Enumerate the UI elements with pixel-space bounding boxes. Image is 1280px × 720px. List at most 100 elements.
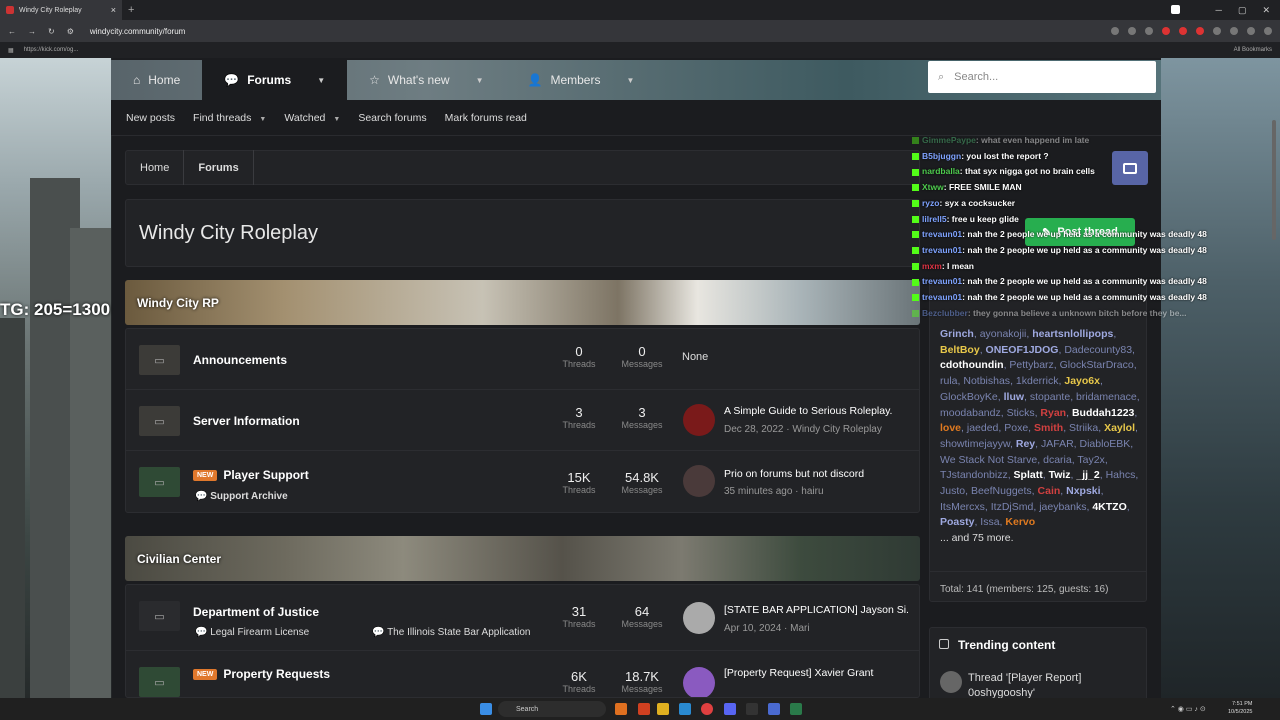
search-input[interactable]: ⌕ Search... bbox=[928, 61, 1156, 93]
forum-title[interactable]: Server Information bbox=[193, 414, 300, 428]
online-user-link[interactable]: Ryan bbox=[1040, 407, 1066, 419]
online-user-link[interactable]: 1kderrick bbox=[1016, 375, 1059, 387]
folder-icon[interactable] bbox=[657, 703, 669, 715]
subforum-link[interactable]: 💬 Legal Firearm License bbox=[195, 627, 309, 638]
breadcrumb-home[interactable]: Home bbox=[126, 150, 185, 185]
forum-title[interactable]: Department of Justice bbox=[193, 605, 319, 619]
online-user-link[interactable]: Kervo bbox=[1005, 516, 1035, 528]
bookmark-item[interactable]: https://kick.com/og... bbox=[24, 47, 79, 53]
last-post-title[interactable]: Prio on forums but not discord bbox=[724, 468, 909, 480]
apps-icon[interactable]: ▦ bbox=[8, 47, 14, 54]
app-icon[interactable] bbox=[615, 703, 627, 715]
subforum-link[interactable]: 💬 Support Archive bbox=[195, 491, 288, 502]
close-window-icon[interactable]: ✕ bbox=[1262, 5, 1270, 16]
forum-row[interactable]: ▭ Announcements 0 Threads 0 Messages None bbox=[126, 329, 919, 390]
avatar[interactable] bbox=[683, 667, 715, 697]
forum-title[interactable]: NEW Player Support bbox=[193, 468, 309, 482]
online-user-link[interactable]: Hahcs bbox=[1106, 469, 1136, 481]
system-tray[interactable]: ⌃ ◉ ▭ ♪ ⊙ bbox=[1170, 705, 1206, 713]
chevron-down-icon[interactable]: ▼ bbox=[626, 76, 634, 85]
online-user-link[interactable]: JAFAR bbox=[1041, 438, 1074, 450]
subnav-search-forums[interactable]: Search forums bbox=[358, 112, 426, 124]
online-user-link[interactable]: ItzDjSmd bbox=[991, 501, 1034, 513]
chevron-down-icon[interactable]: ▼ bbox=[476, 76, 484, 85]
extension-icon[interactable] bbox=[1196, 27, 1204, 35]
chrome-icon[interactable] bbox=[701, 703, 713, 715]
chevron-down-icon[interactable]: ▼ bbox=[317, 76, 325, 85]
url-field[interactable]: windycity.community/forum bbox=[90, 27, 185, 36]
online-user-link[interactable]: Jayo6x bbox=[1064, 375, 1100, 387]
last-post-title[interactable]: [Property Request] Xavier Grant bbox=[724, 667, 909, 679]
discord-icon[interactable] bbox=[724, 703, 736, 715]
online-user-link[interactable]: TJstandonbizz bbox=[940, 469, 1008, 481]
scrollbar[interactable] bbox=[1272, 120, 1276, 240]
star-icon[interactable] bbox=[1145, 27, 1153, 35]
online-user-link[interactable]: Grinch bbox=[940, 328, 974, 340]
store-icon[interactable] bbox=[679, 703, 691, 715]
install-icon[interactable] bbox=[1111, 27, 1119, 35]
online-user-link[interactable]: DiabloEBK bbox=[1080, 438, 1131, 450]
taskbar-search[interactable]: Search bbox=[498, 701, 606, 717]
app-icon[interactable] bbox=[790, 703, 802, 715]
online-user-link[interactable]: lluw bbox=[1004, 391, 1024, 403]
nav-tab-home[interactable]: ⌂ Home bbox=[111, 60, 202, 100]
forum-title[interactable]: NEW Property Requests bbox=[193, 667, 330, 681]
online-user-link[interactable]: 4KTZO bbox=[1092, 501, 1126, 513]
last-post-title[interactable]: A Simple Guide to Serious Roleplay. bbox=[724, 405, 909, 417]
terminal-icon[interactable] bbox=[746, 703, 758, 715]
browser-tab[interactable]: Windy City Roleplay × bbox=[0, 0, 122, 20]
online-user-link[interactable]: Rey bbox=[1016, 438, 1035, 450]
online-user-link[interactable]: GlockStarDraco bbox=[1060, 359, 1134, 371]
app-icon[interactable] bbox=[768, 703, 780, 715]
zoom-icon[interactable] bbox=[1128, 27, 1136, 35]
avatar[interactable] bbox=[683, 602, 715, 634]
online-user-link[interactable]: jaeded bbox=[967, 422, 999, 434]
online-user-link[interactable]: Justo bbox=[940, 485, 965, 497]
avatar[interactable] bbox=[940, 671, 962, 693]
breadcrumb-forums[interactable]: Forums bbox=[184, 150, 254, 185]
online-user-link[interactable]: BeefNuggets bbox=[971, 485, 1032, 497]
menu-icon[interactable] bbox=[1264, 27, 1272, 35]
profile-icon[interactable] bbox=[1247, 27, 1255, 35]
online-user-link[interactable]: love bbox=[940, 422, 961, 434]
extension-icon[interactable] bbox=[1213, 27, 1221, 35]
online-user-link[interactable]: stopante bbox=[1030, 391, 1070, 403]
close-tab-icon[interactable]: × bbox=[111, 5, 116, 15]
online-user-link[interactable]: BeltBoy bbox=[940, 344, 980, 356]
forum-row[interactable]: ▭ Server Information 3 Threads 3 Messages … bbox=[126, 390, 919, 451]
online-user-link[interactable]: ONEOF1JDOG bbox=[986, 344, 1059, 356]
category-header[interactable]: Civilian Center bbox=[125, 536, 920, 581]
nav-tab-members[interactable]: 👤 Members ▼ bbox=[506, 60, 657, 100]
online-user-link[interactable]: Pettybarz bbox=[1009, 359, 1053, 371]
online-user-link[interactable]: We Stack Not Starve bbox=[940, 454, 1037, 466]
brave-icon[interactable] bbox=[638, 703, 650, 715]
forum-row[interactable]: ▭ NEW Property Requests 6K Threads 18.7K Me… bbox=[126, 651, 919, 697]
extension-icon[interactable] bbox=[1162, 27, 1170, 35]
online-user-link[interactable]: Issa bbox=[980, 516, 999, 528]
online-user-link[interactable]: Buddah1223 bbox=[1072, 407, 1134, 419]
last-post-title[interactable]: [STATE BAR APPLICATION] Jayson Si... bbox=[724, 604, 909, 616]
subnav-new-posts[interactable]: New posts bbox=[126, 112, 175, 124]
reload-icon[interactable]: ↻ bbox=[48, 27, 55, 36]
online-user-link[interactable]: Poxe bbox=[1004, 422, 1028, 434]
online-user-link[interactable]: Cain bbox=[1038, 485, 1061, 497]
online-user-link[interactable]: rula bbox=[940, 375, 958, 387]
avatar[interactable] bbox=[683, 404, 715, 436]
online-user-link[interactable]: jaeybanks bbox=[1039, 501, 1086, 513]
nav-tab-whats-new[interactable]: ☆ What's new ▼ bbox=[347, 60, 505, 100]
online-user-link[interactable]: Sticks bbox=[1007, 407, 1035, 419]
online-user-link[interactable]: cdothoundin bbox=[940, 359, 1004, 371]
site-info-icon[interactable]: ⚙ bbox=[67, 27, 74, 36]
forum-row[interactable]: ▭ NEW Player Support 💬 Support Archive 15… bbox=[126, 451, 919, 512]
online-user-link[interactable]: Dadecounty83 bbox=[1064, 344, 1132, 356]
online-user-link[interactable]: _jj_2 bbox=[1076, 469, 1099, 481]
back-icon[interactable]: ← bbox=[8, 27, 16, 36]
all-bookmarks[interactable]: All Bookmarks bbox=[1234, 47, 1272, 53]
online-user-link[interactable]: Nxpski bbox=[1066, 485, 1100, 497]
online-user-link[interactable]: GlockBoyKe bbox=[940, 391, 998, 403]
minimize-icon[interactable]: ─ bbox=[1216, 5, 1222, 16]
online-user-link[interactable]: Poasty bbox=[940, 516, 974, 528]
online-user-link[interactable]: Xaylol bbox=[1104, 422, 1135, 434]
category-header[interactable]: Windy City RP bbox=[125, 280, 920, 325]
trending-item[interactable]: Thread '[Player Report] 0oshygooshy' bbox=[968, 671, 1146, 698]
